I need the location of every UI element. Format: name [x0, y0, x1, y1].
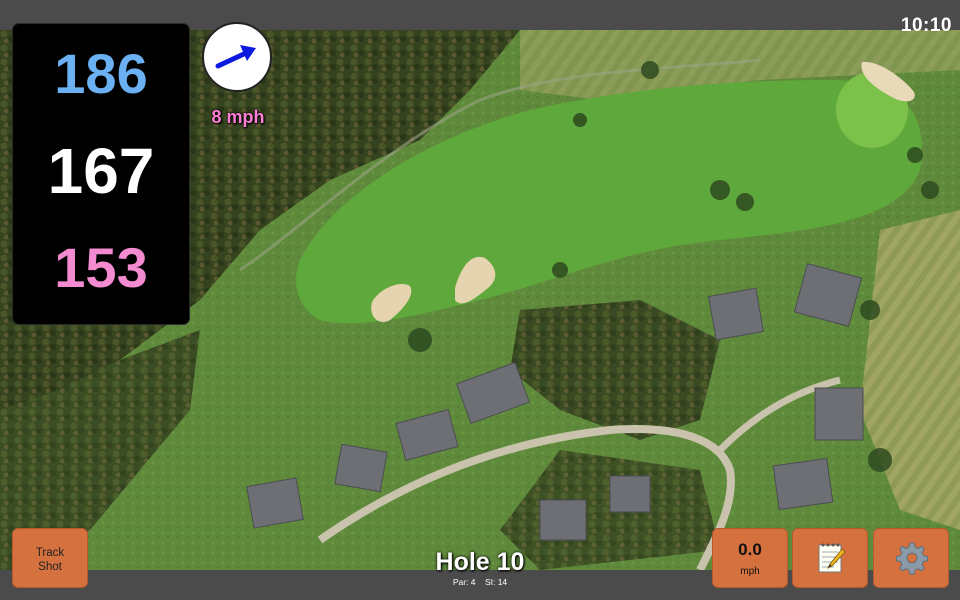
track-shot-label-line1: Track [35, 547, 65, 559]
speed-unit: mph [740, 566, 760, 577]
middle-distance: 167 [47, 135, 155, 207]
settings-button[interactable] [873, 528, 949, 588]
hole-info: Par: 4 SI: 14 [380, 577, 580, 587]
wind-speed: 8 mph [211, 107, 265, 127]
speed-value: 0.0 [738, 540, 762, 559]
wind-direction-arrow-icon [215, 45, 256, 69]
notepad-icon [818, 543, 846, 573]
speed-button[interactable]: 0.0 mph [712, 528, 788, 588]
hole-title: Hole 10 [435, 548, 525, 576]
distance-panel: 186 167 153 [12, 23, 190, 325]
clock: 10:10 [900, 15, 952, 36]
back-distance: 186 [54, 42, 148, 105]
notes-button[interactable] [792, 528, 868, 588]
hole-par: Par: 4 [452, 577, 476, 587]
hole-stroke-index: SI: 14 [484, 577, 508, 587]
track-shot-label-line2: Shot [38, 561, 62, 573]
wind-indicator [202, 22, 272, 92]
front-distance: 153 [54, 236, 148, 299]
track-shot-button[interactable]: Track Shot [12, 528, 88, 588]
gear-icon [895, 542, 929, 575]
